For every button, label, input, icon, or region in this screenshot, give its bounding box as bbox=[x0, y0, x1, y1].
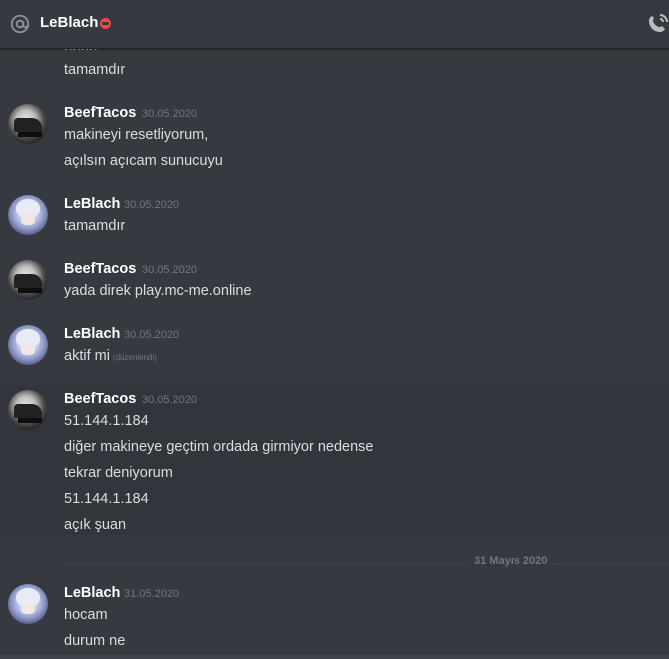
channel-name: LeBlach bbox=[40, 14, 99, 31]
avatar[interactable] bbox=[8, 195, 48, 235]
message-hover-highlight bbox=[0, 385, 669, 535]
channel-header: LeBlach bbox=[0, 0, 669, 49]
message-text: aktif mi bbox=[64, 348, 110, 364]
message-timestamp: 30.05.2020 bbox=[142, 108, 198, 120]
avatar[interactable] bbox=[8, 584, 48, 624]
avatar[interactable] bbox=[8, 325, 48, 365]
message-author[interactable]: BeefTacos bbox=[64, 391, 136, 407]
avatar[interactable] bbox=[8, 104, 48, 144]
date-divider bbox=[64, 563, 669, 564]
message-text: 51.144.1.184 bbox=[64, 413, 149, 429]
avatar[interactable] bbox=[8, 260, 48, 300]
message-text: diğer makineye geçtim ordada girmiyor ne… bbox=[64, 439, 374, 455]
message-author[interactable]: BeefTacos bbox=[64, 261, 136, 277]
message-list[interactable]: hhhh tamamdır BeefTacos 30.05.2020 makin… bbox=[0, 49, 669, 659]
message-text: açılsın açıcam sunucuyu bbox=[64, 153, 223, 169]
message-text: makineyi resetliyorum, bbox=[64, 127, 209, 143]
do-not-disturb-icon bbox=[100, 18, 111, 29]
message-timestamp: 30.05.2020 bbox=[124, 329, 180, 341]
message-timestamp: 31.05.2020 bbox=[124, 588, 180, 600]
at-icon bbox=[10, 14, 30, 34]
date-divider-label: 31 Mayıs 2020 bbox=[468, 555, 554, 567]
message-input-edge[interactable] bbox=[0, 655, 669, 659]
message-text: hocam bbox=[64, 607, 108, 623]
message-text: 51.144.1.184 bbox=[64, 491, 149, 507]
message-text: yada direk play.mc-me.online bbox=[64, 283, 252, 299]
call-icon[interactable] bbox=[647, 12, 669, 36]
message-timestamp: 30.05.2020 bbox=[142, 264, 198, 276]
message-text: tamamdır bbox=[64, 62, 126, 78]
message-text: tamamdır bbox=[64, 218, 126, 234]
message-text-cut: hhhh bbox=[64, 49, 97, 54]
message-author[interactable]: LeBlach bbox=[64, 326, 120, 342]
message-author[interactable]: LeBlach bbox=[64, 585, 120, 601]
message-author[interactable]: BeefTacos bbox=[64, 105, 136, 121]
message-text: tekrar deniyorum bbox=[64, 465, 173, 481]
message-timestamp: 30.05.2020 bbox=[142, 394, 198, 406]
avatar[interactable] bbox=[8, 390, 48, 430]
message-text-row: aktif mi (düzenlendi) bbox=[64, 348, 157, 364]
message-text: açık şuan bbox=[64, 517, 127, 533]
edited-label: (düzenlendi) bbox=[112, 353, 157, 362]
message-timestamp: 30.05.2020 bbox=[124, 199, 180, 211]
message-author[interactable]: LeBlach bbox=[64, 196, 120, 212]
message-text: durum ne bbox=[64, 633, 126, 649]
